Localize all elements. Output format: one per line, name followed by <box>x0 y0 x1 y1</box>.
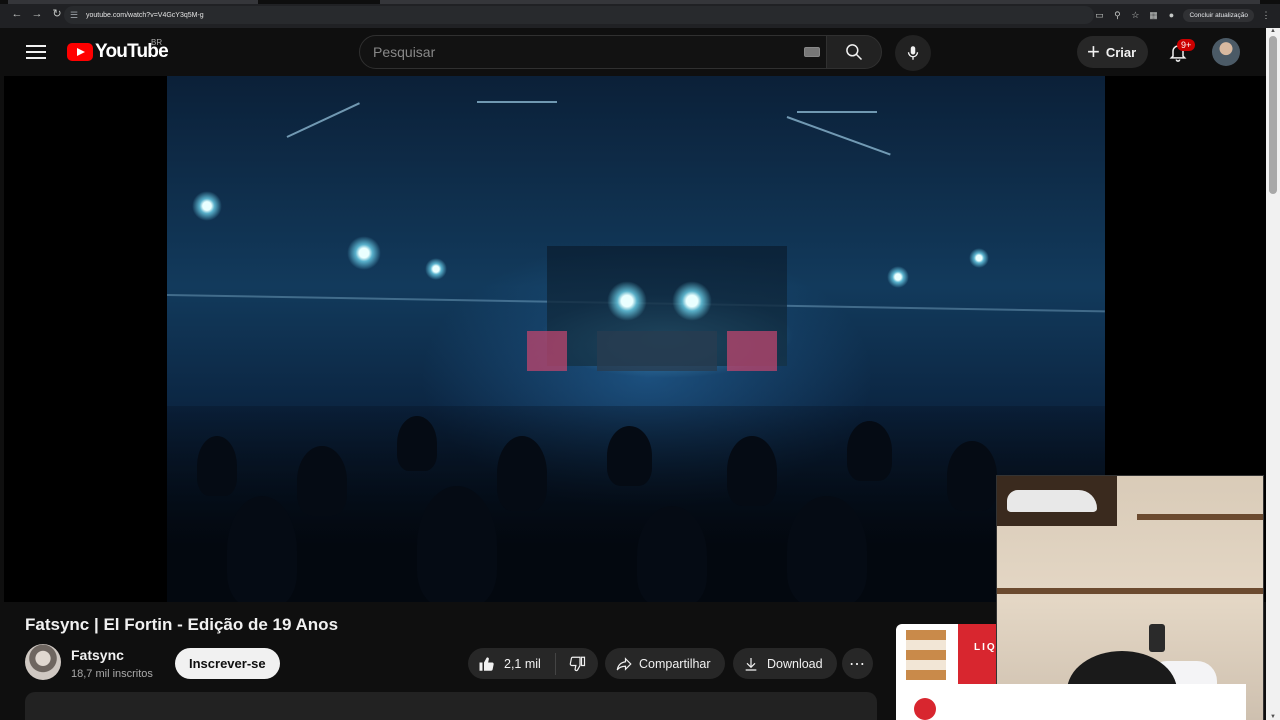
zoom-icon[interactable]: ⚲ <box>1111 10 1123 21</box>
masthead: YouTube BR + Criar <box>4 28 1266 76</box>
channel-name[interactable]: Fatsync <box>71 647 124 663</box>
download-icon <box>745 657 757 671</box>
country-code: BR <box>151 38 163 47</box>
youtube-logo[interactable]: YouTube BR <box>67 38 169 63</box>
create-button[interactable]: + Criar <box>1077 36 1149 68</box>
share-icon <box>616 656 632 671</box>
video-player[interactable] <box>4 76 1266 720</box>
ad-thumbnail[interactable] <box>896 624 996 684</box>
browser-tab[interactable] <box>380 0 1260 4</box>
back-icon[interactable]: ← <box>10 7 24 21</box>
create-label: Criar <box>1105 44 1137 60</box>
search-button[interactable] <box>826 35 882 69</box>
address-url: youtube.com/watch?v=V4GcY3q5M-g <box>86 11 204 19</box>
dislike-button[interactable] <box>556 655 598 673</box>
share-button[interactable]: Compartilhar <box>605 648 725 679</box>
video-title: Fatsync | El Fortin - Edição de 19 Anos <box>25 615 339 634</box>
browser-toolbar: ← → ↻ ☰ youtube.com/watch?v=V4GcY3q5M-g … <box>0 0 1280 28</box>
notification-badge: 9+ <box>1177 39 1196 51</box>
guide-menu-icon[interactable] <box>24 42 48 62</box>
scrollbar-thumb[interactable] <box>1269 36 1277 194</box>
menu-kebab-icon[interactable]: ⋮ <box>1260 10 1272 21</box>
cast-icon[interactable]: ▭ <box>1093 10 1105 21</box>
browser-actions: ▭ ⚲ ☆ ▦ ● Concluir atualização ⋮ <box>1093 6 1272 24</box>
site-info-icon[interactable]: ☰ <box>70 10 80 20</box>
ad-brand-text: LIQ <box>974 642 997 653</box>
car-picture <box>997 476 1117 526</box>
thumbs-up-icon <box>479 656 494 671</box>
like-button[interactable]: 2,1 mil <box>468 652 556 675</box>
description-box[interactable] <box>25 692 877 720</box>
browser-tab[interactable] <box>8 0 258 4</box>
voice-search-button[interactable] <box>895 35 931 71</box>
account-avatar[interactable] <box>1212 38 1240 66</box>
tab-strip <box>0 0 1280 4</box>
microphone-icon <box>907 46 919 60</box>
video-frame[interactable] <box>167 76 1105 602</box>
keyboard-icon[interactable] <box>804 47 820 57</box>
bookmark-star-icon[interactable]: ☆ <box>1129 10 1141 21</box>
ad-product-image <box>906 630 946 680</box>
youtube-page: YouTube BR + Criar <box>4 28 1266 720</box>
ad-avatar <box>914 698 936 720</box>
phone <box>1149 624 1165 652</box>
youtube-play-icon <box>67 43 93 61</box>
more-horizontal-icon: ⋯ <box>849 655 866 673</box>
scroll-down-arrow-icon[interactable]: ▼ <box>1270 714 1276 720</box>
scroll-up-arrow-icon[interactable]: ▲ <box>1270 28 1276 34</box>
download-button[interactable]: Download <box>733 648 837 679</box>
page-scrollbar[interactable]: ▲ ▼ <box>1266 28 1280 720</box>
download-label: Download <box>767 656 823 671</box>
extensions-icon[interactable]: ▦ <box>1147 10 1159 21</box>
thumbs-down-icon <box>569 656 585 671</box>
share-label: Compartilhar <box>639 656 711 671</box>
more-actions-button[interactable]: ⋯ <box>842 648 873 679</box>
search-box <box>359 35 827 69</box>
plus-icon: + <box>1087 39 1100 64</box>
profile-icon[interactable]: ● <box>1165 10 1177 20</box>
ad-info[interactable] <box>896 684 1246 720</box>
reload-icon[interactable]: ↻ <box>50 7 64 21</box>
like-dislike-group: 2,1 mil <box>468 648 598 679</box>
search-icon <box>846 44 863 61</box>
address-bar[interactable]: ☰ youtube.com/watch?v=V4GcY3q5M-g <box>64 6 1094 24</box>
search-input[interactable] <box>373 44 773 60</box>
channel-avatar[interactable] <box>25 644 61 680</box>
subscribe-button[interactable]: Inscrever-se <box>175 648 280 679</box>
update-button[interactable]: Concluir atualização <box>1183 8 1254 22</box>
forward-icon[interactable]: → <box>30 7 44 21</box>
like-count: 2,1 mil <box>504 656 541 671</box>
channel-subscribers: 18,7 mil inscritos <box>71 668 153 680</box>
